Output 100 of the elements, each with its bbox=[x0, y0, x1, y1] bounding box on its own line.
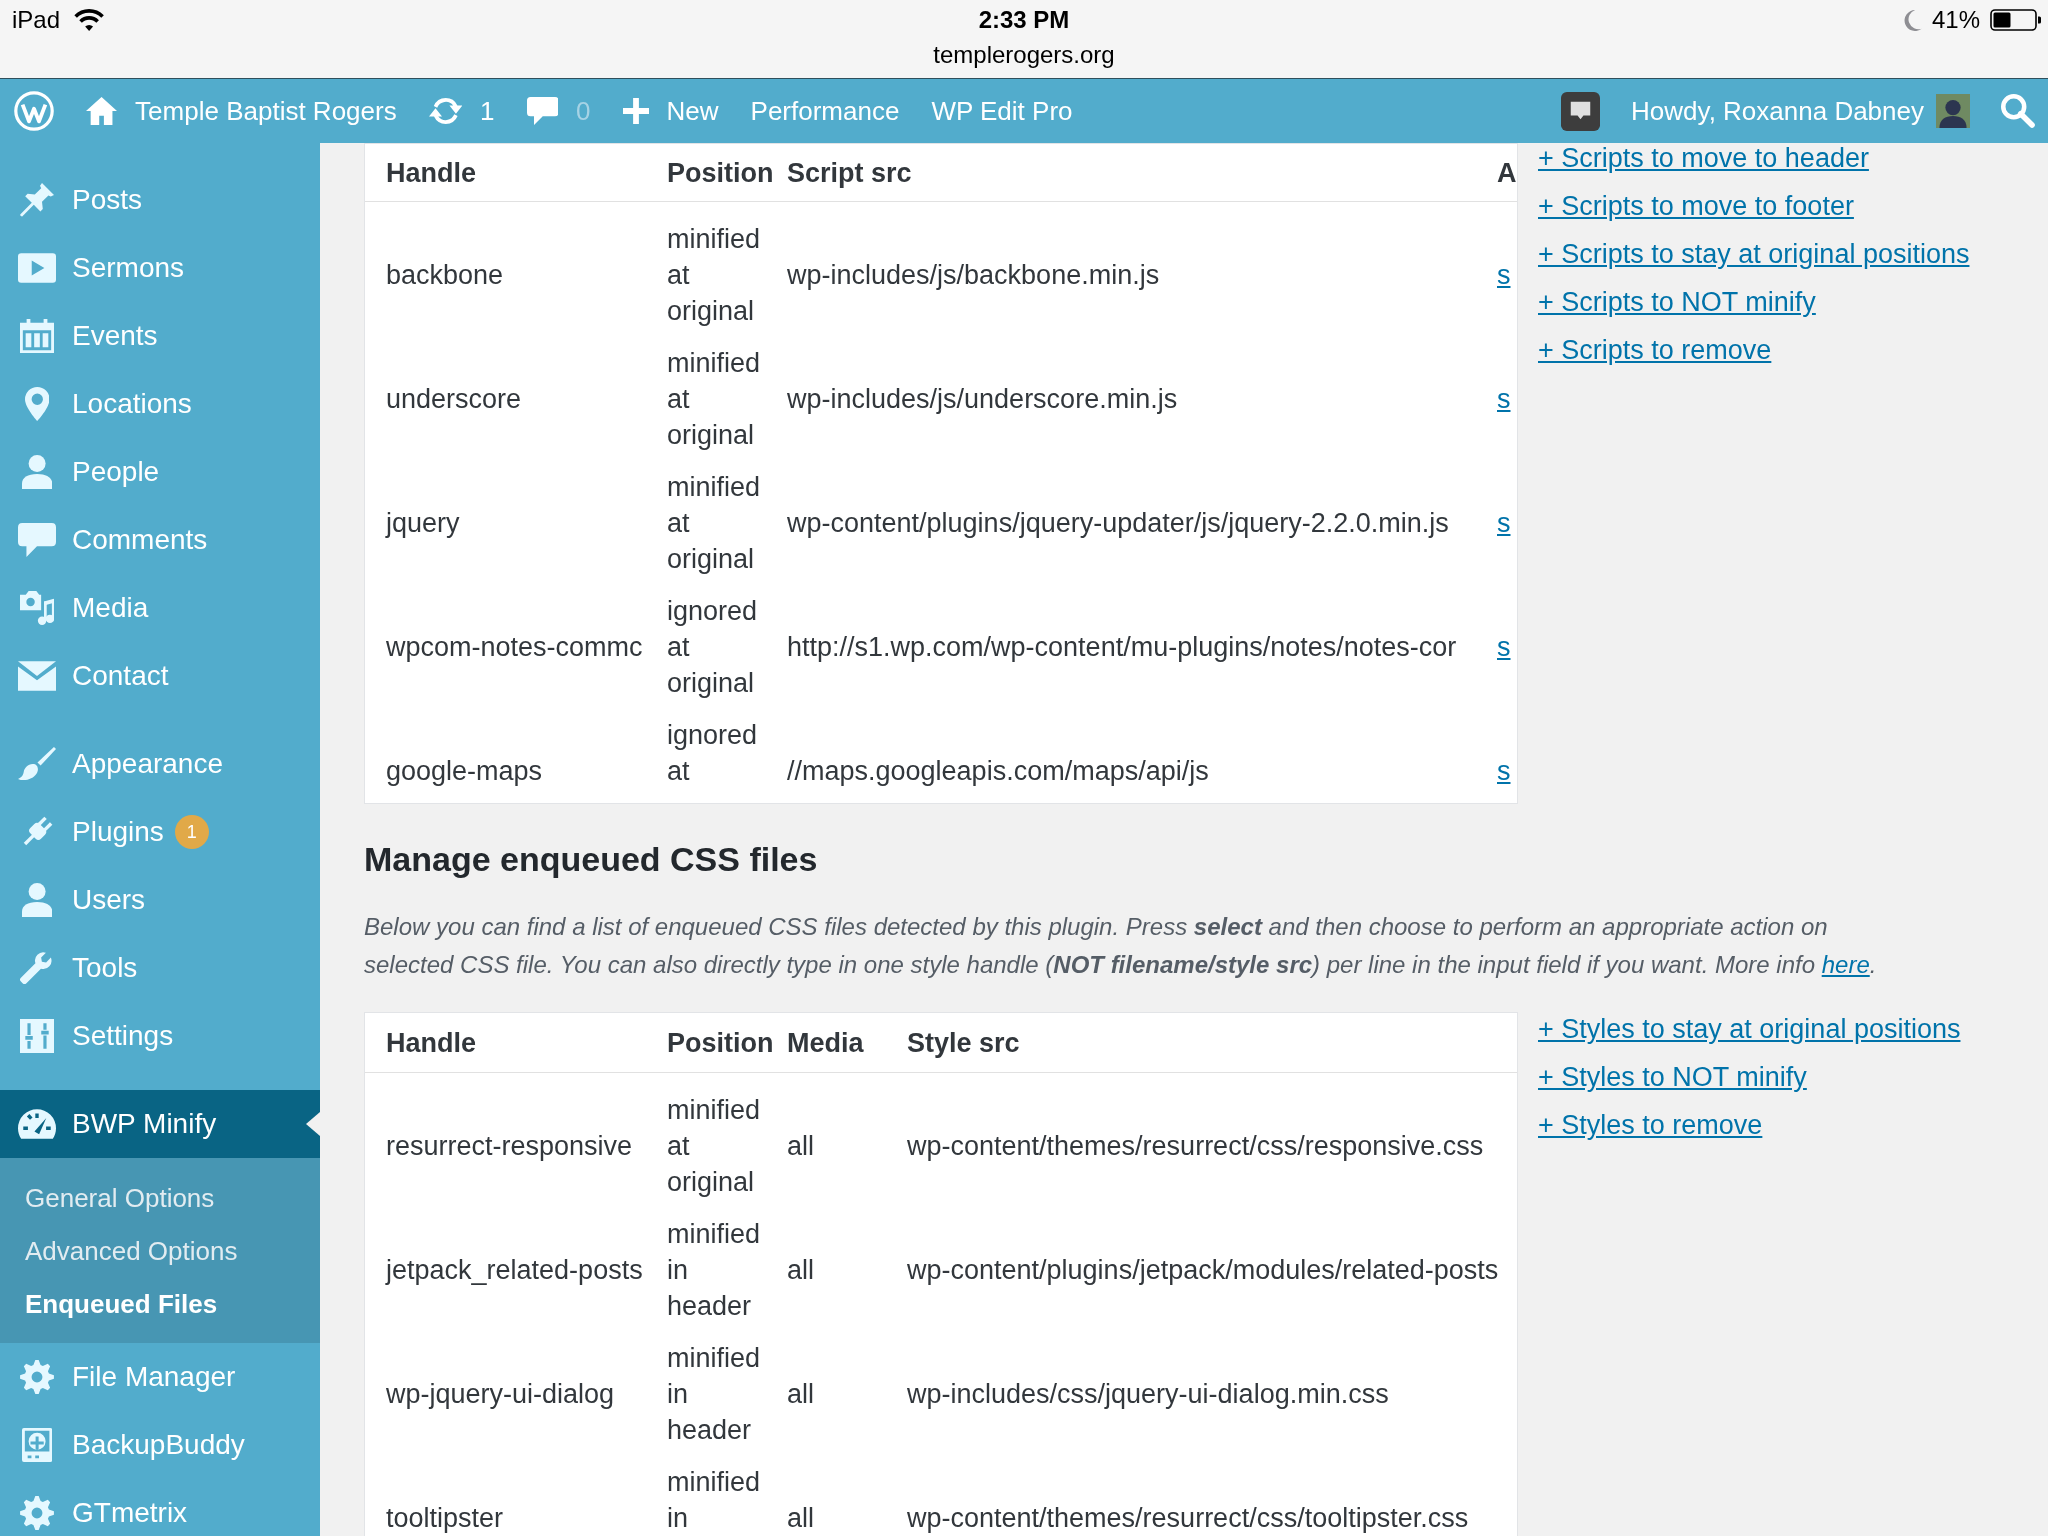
submenu-item[interactable]: General Options bbox=[0, 1172, 320, 1225]
drive-icon bbox=[21, 1428, 53, 1462]
table-cell-text: minified at original bbox=[666, 471, 762, 576]
person-icon bbox=[21, 455, 53, 489]
table-cell-text: resurrect-responsive bbox=[385, 1130, 634, 1163]
table-cell-text: minified in header bbox=[666, 1218, 762, 1323]
site-name-link[interactable]: Temple Baptist Rogers bbox=[86, 93, 397, 129]
table-cell-text: minified at original bbox=[666, 1094, 762, 1199]
wrench-icon bbox=[20, 951, 54, 985]
sidebar-item[interactable]: Posts bbox=[0, 166, 320, 234]
menu-link[interactable]: Performance bbox=[750, 93, 900, 129]
calendar-icon bbox=[20, 319, 54, 353]
option-link[interactable]: + Scripts to remove bbox=[1538, 335, 1772, 365]
table-cell-text: wp-includes/js/underscore.min.js bbox=[786, 383, 1179, 416]
submenu-item[interactable]: Enqueued Files bbox=[0, 1278, 320, 1331]
refresh-icon bbox=[428, 98, 463, 124]
sidebar-item[interactable]: Locations bbox=[0, 370, 320, 438]
column-header: Script src bbox=[786, 156, 913, 190]
envelope-icon bbox=[18, 659, 56, 693]
camera-music-icon bbox=[19, 591, 55, 625]
action-link[interactable]: s bbox=[1497, 756, 1511, 786]
wifi-icon bbox=[74, 9, 105, 31]
action-link[interactable]: s bbox=[1497, 260, 1511, 290]
more-info-link[interactable]: here bbox=[1821, 951, 1870, 978]
account-link[interactable]: Howdy, Roxanna Dabney bbox=[1631, 93, 1970, 129]
sidebar-item[interactable]: Comments bbox=[0, 506, 320, 574]
option-link[interactable]: + Styles to NOT minify bbox=[1538, 1062, 1807, 1092]
person-icon bbox=[21, 883, 53, 917]
sidebar-item[interactable]: People bbox=[0, 438, 320, 506]
sidebar-item[interactable]: Contact bbox=[0, 642, 320, 710]
table-cell-text: ignored at bbox=[666, 719, 759, 788]
search-icon[interactable] bbox=[2001, 94, 2035, 128]
table-cell-text: google-maps bbox=[385, 755, 544, 788]
sidebar-item[interactable]: Settings bbox=[0, 1002, 320, 1070]
table-cell-text: wp-content/themes/resurrect/css/tooltipster.css bbox=[906, 1502, 1470, 1535]
option-link[interactable]: + Styles to remove bbox=[1538, 1110, 1763, 1140]
clock-text: 2:33 PM bbox=[978, 5, 1070, 35]
table-cell-text: http://s1.wp.com/wp-content/mu-plugins/notes/notes-cor bbox=[786, 631, 1458, 664]
table-cell-text: all bbox=[786, 1254, 815, 1287]
sidebar-item[interactable]: Plugins 1 bbox=[0, 798, 320, 866]
section-heading: Manage enqueued CSS files bbox=[364, 839, 819, 880]
table-cell-text: minified in header bbox=[666, 1342, 762, 1447]
table-cell-text: wp-content/themes/resurrect/css/responsive.css bbox=[906, 1130, 1485, 1163]
table-cell-text: wp-jquery-ui-dialog bbox=[385, 1378, 616, 1411]
column-header: A bbox=[1496, 156, 1517, 190]
table-cell-text: //maps.googleapis.com/maps/api/js bbox=[786, 755, 1210, 788]
sidebar-item[interactable]: GTmetrix bbox=[0, 1479, 320, 1536]
sliders-icon bbox=[20, 1019, 54, 1053]
new-content-link[interactable]: New bbox=[622, 93, 719, 129]
submenu-item[interactable]: Advanced Options bbox=[0, 1225, 320, 1278]
option-link[interactable]: + Scripts to NOT minify bbox=[1538, 287, 1816, 317]
paintbrush-icon bbox=[18, 747, 56, 781]
sidebar-item[interactable]: File Manager bbox=[0, 1343, 320, 1411]
column-header: Style src bbox=[906, 1026, 1021, 1060]
column-header: Handle bbox=[385, 1026, 478, 1060]
description-text: Below you can find a list of enqueued CSS files detected by this plugin. Press select and then choose to perform an appropriate action on selected CSS file. You can also directly type in one style handle (NOT filename/style src) per line in the input field if you want. More info here. bbox=[364, 912, 1878, 980]
table-cell-text: minified at original bbox=[666, 223, 762, 328]
table-cell-text: wp-content/plugins/jetpack/modules/related-posts bbox=[906, 1254, 1500, 1287]
sidebar-item[interactable]: Media bbox=[0, 574, 320, 642]
table-cell-text: ignored at original bbox=[666, 595, 759, 700]
menu-link[interactable]: WP Edit Pro bbox=[931, 93, 1073, 129]
sidebar-item[interactable]: Tools bbox=[0, 934, 320, 1002]
action-link[interactable]: s bbox=[1497, 384, 1511, 414]
table-cell-text: wp-includes/css/jquery-ui-dialog.min.css bbox=[906, 1378, 1390, 1411]
table-cell-text: wpcom-notes-commc bbox=[385, 631, 644, 664]
notifications-icon[interactable] bbox=[1561, 91, 1601, 131]
gear-icon bbox=[20, 1496, 54, 1530]
avatar-placeholder bbox=[1936, 94, 1970, 128]
comments-link[interactable]: 0 bbox=[526, 93, 591, 129]
gauge-icon bbox=[18, 1107, 56, 1141]
table-cell-text: all bbox=[786, 1502, 815, 1535]
url-text[interactable]: templerogers.org bbox=[933, 40, 1115, 70]
updates-link[interactable]: 1 bbox=[428, 93, 495, 129]
play-icon bbox=[18, 251, 56, 285]
table-cell-text: minified at original bbox=[666, 347, 762, 452]
table-cell-text: wp-content/plugins/jquery-updater/js/jquery-2.2.0.min.js bbox=[786, 507, 1450, 540]
plus-icon bbox=[622, 98, 649, 124]
option-link[interactable]: + Scripts to move to header bbox=[1538, 143, 1869, 173]
sidebar-item[interactable]: Appearance bbox=[0, 730, 320, 798]
menu-pointer-icon bbox=[306, 1112, 320, 1136]
sidebar-item[interactable]: BWP Minify bbox=[0, 1090, 320, 1158]
table-cell-text: jetpack_related-posts bbox=[384, 1254, 644, 1287]
action-link[interactable]: s bbox=[1497, 632, 1511, 662]
sidebar-item[interactable]: BackupBuddy bbox=[0, 1411, 320, 1479]
column-header: Handle bbox=[385, 156, 478, 190]
option-link[interactable]: + Scripts to stay at original positions bbox=[1538, 239, 1970, 269]
sidebar-item[interactable]: Sermons bbox=[0, 234, 320, 302]
column-header: Position bbox=[666, 156, 775, 190]
option-link[interactable]: + Scripts to move to footer bbox=[1538, 191, 1854, 221]
sidebar-item[interactable]: Users bbox=[0, 866, 320, 934]
speech-bubble-icon bbox=[18, 523, 56, 557]
location-pin-icon bbox=[24, 387, 50, 421]
gear-icon bbox=[20, 1360, 54, 1394]
logo-icon[interactable] bbox=[14, 91, 54, 131]
device-name: iPad bbox=[12, 5, 61, 35]
table-cell-text: underscore bbox=[385, 383, 523, 416]
option-link[interactable]: + Styles to stay at original positions bbox=[1538, 1014, 1961, 1044]
table-cell-text: tooltipster bbox=[385, 1502, 505, 1535]
action-link[interactable]: s bbox=[1497, 508, 1511, 538]
sidebar-item[interactable]: Events bbox=[0, 302, 320, 370]
